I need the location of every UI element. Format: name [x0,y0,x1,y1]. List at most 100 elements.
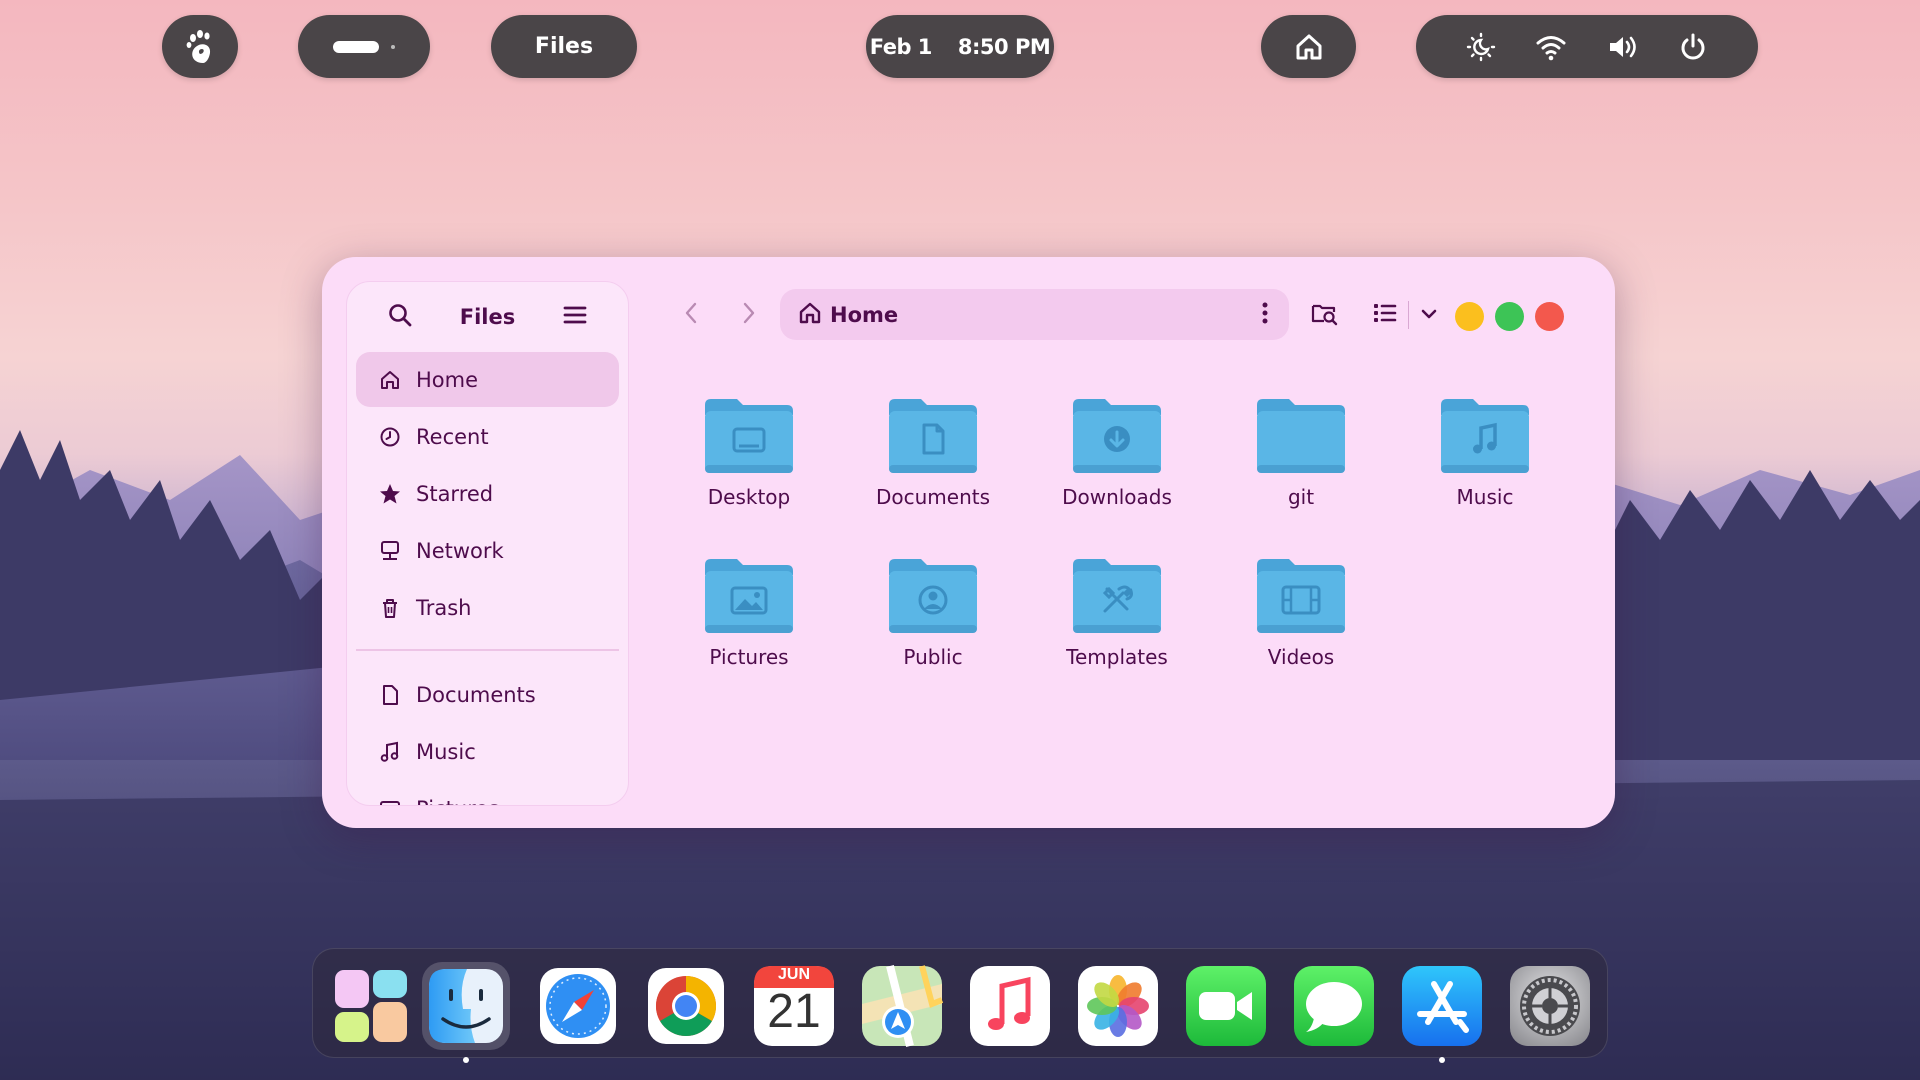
maximize-button[interactable] [1495,302,1524,331]
path-bar[interactable]: Home [780,289,1289,340]
sidebar-item-recent[interactable]: Recent [356,409,619,464]
folder-music[interactable]: Music [1410,395,1560,535]
sidebar-bookmark-documents[interactable]: Documents [356,667,619,722]
volume-icon[interactable] [1607,33,1639,61]
picture-icon [378,797,402,805]
sidebar-item-label: Network [416,538,504,563]
chrome-icon[interactable] [642,962,730,1050]
network-icon [378,539,402,563]
sidebar: Files Home Recent Starred Network Trash [346,281,629,806]
safari-icon[interactable] [534,962,622,1050]
running-indicator [1439,1057,1445,1063]
folder-git[interactable]: git [1226,395,1376,535]
photos-icon[interactable] [1074,962,1162,1050]
sidebar-item-starred[interactable]: Starred [356,466,619,521]
dock: JUN 21 [312,948,1608,1063]
view-separator [1408,301,1409,329]
chevron-right-icon [741,301,757,329]
folder-label: Public [903,645,963,669]
home-icon [1294,32,1324,62]
folder-documents[interactable]: Documents [858,395,1008,535]
view-options-button[interactable] [1412,298,1446,332]
sidebar-item-label: Pictures [416,797,499,806]
sidebar-item-label: Documents [416,682,536,707]
star-icon [378,482,402,506]
minimize-button[interactable] [1455,302,1484,331]
folder-public[interactable]: Public [858,555,1008,695]
user-icon [889,559,977,633]
folder-search-icon [1310,300,1338,330]
app-store-icon[interactable] [1398,962,1486,1063]
launchpad-icon[interactable] [327,962,415,1050]
folder-label: Music [1456,485,1514,509]
forward-button[interactable] [734,300,764,330]
finder-icon[interactable] [422,962,510,1063]
workspace-dot[interactable] [391,44,395,49]
back-button[interactable] [676,300,706,330]
folder-videos[interactable]: Videos [1226,555,1376,695]
clock-icon [378,425,402,449]
wifi-icon[interactable] [1535,33,1567,61]
search-folder-button[interactable] [1307,298,1341,332]
calendar-icon[interactable]: JUN 21 [750,962,838,1050]
folder-label: Downloads [1062,485,1172,509]
folder-label: Videos [1267,645,1335,669]
sidebar-separator [356,649,619,651]
sidebar-item-home[interactable]: Home [356,352,619,407]
sidebar-bookmark-pictures[interactable]: Pictures [356,781,619,806]
film-icon [1257,559,1345,633]
calendar-month: JUN [777,966,810,983]
music-icon [1441,399,1529,473]
folder-downloads[interactable]: Downloads [1042,395,1192,535]
folder-icon [1257,399,1345,473]
workspace-active-indicator[interactable] [333,40,379,53]
power-icon[interactable] [1678,32,1708,62]
folder-label: Desktop [707,485,791,509]
folder-label: Pictures [709,645,789,669]
night-light-icon[interactable] [1466,32,1496,62]
clock-date: Feb 1 [869,34,933,59]
clock[interactable]: Feb 1 8:50 PM [866,15,1054,78]
document-icon [889,399,977,473]
messages-icon[interactable] [1290,962,1378,1050]
activities-button[interactable] [162,15,238,78]
view-mode-button[interactable] [1368,298,1402,332]
close-button[interactable] [1535,302,1564,331]
folder-pictures[interactable]: Pictures [674,555,824,695]
folder-templates[interactable]: Templates [1042,555,1192,695]
facetime-icon[interactable] [1182,962,1270,1050]
folder-label: git [1287,485,1315,509]
tools-icon [1073,559,1161,633]
home-button[interactable] [1261,15,1356,78]
folder-label: Templates [1066,645,1168,669]
chevron-left-icon [683,301,699,329]
home-icon [378,368,402,392]
sidebar-item-label: Trash [416,595,472,620]
picture-icon [705,559,793,633]
music-app-icon[interactable] [966,962,1054,1050]
workspace-indicator[interactable] [298,15,430,78]
calendar-day: 21 [767,985,821,1038]
gnome-foot-icon [183,29,217,65]
files-window: Files Home Recent Starred Network Trash [322,257,1615,828]
chevron-down-icon [1420,306,1438,325]
system-status-menu[interactable] [1416,15,1758,78]
kebab-menu-icon [1262,301,1268,329]
sidebar-item-network[interactable]: Network [356,523,619,578]
hamburger-menu-icon[interactable] [562,304,588,330]
path-menu-button[interactable] [1255,301,1275,329]
sidebar-item-trash[interactable]: Trash [356,580,619,635]
app-menu-label: Files [534,34,594,59]
sidebar-title: Files [459,305,516,329]
app-menu[interactable]: Files [491,15,637,78]
maps-icon[interactable] [858,962,946,1050]
system-settings-icon[interactable] [1506,962,1594,1050]
trash-icon [378,596,402,620]
home-icon [798,301,822,329]
search-icon[interactable] [387,302,413,332]
path-label: Home [830,302,899,327]
desktop-icon [705,399,793,473]
sidebar-header: Files [347,282,628,352]
sidebar-bookmark-music[interactable]: Music [356,724,619,779]
folder-desktop[interactable]: Desktop [674,395,824,535]
